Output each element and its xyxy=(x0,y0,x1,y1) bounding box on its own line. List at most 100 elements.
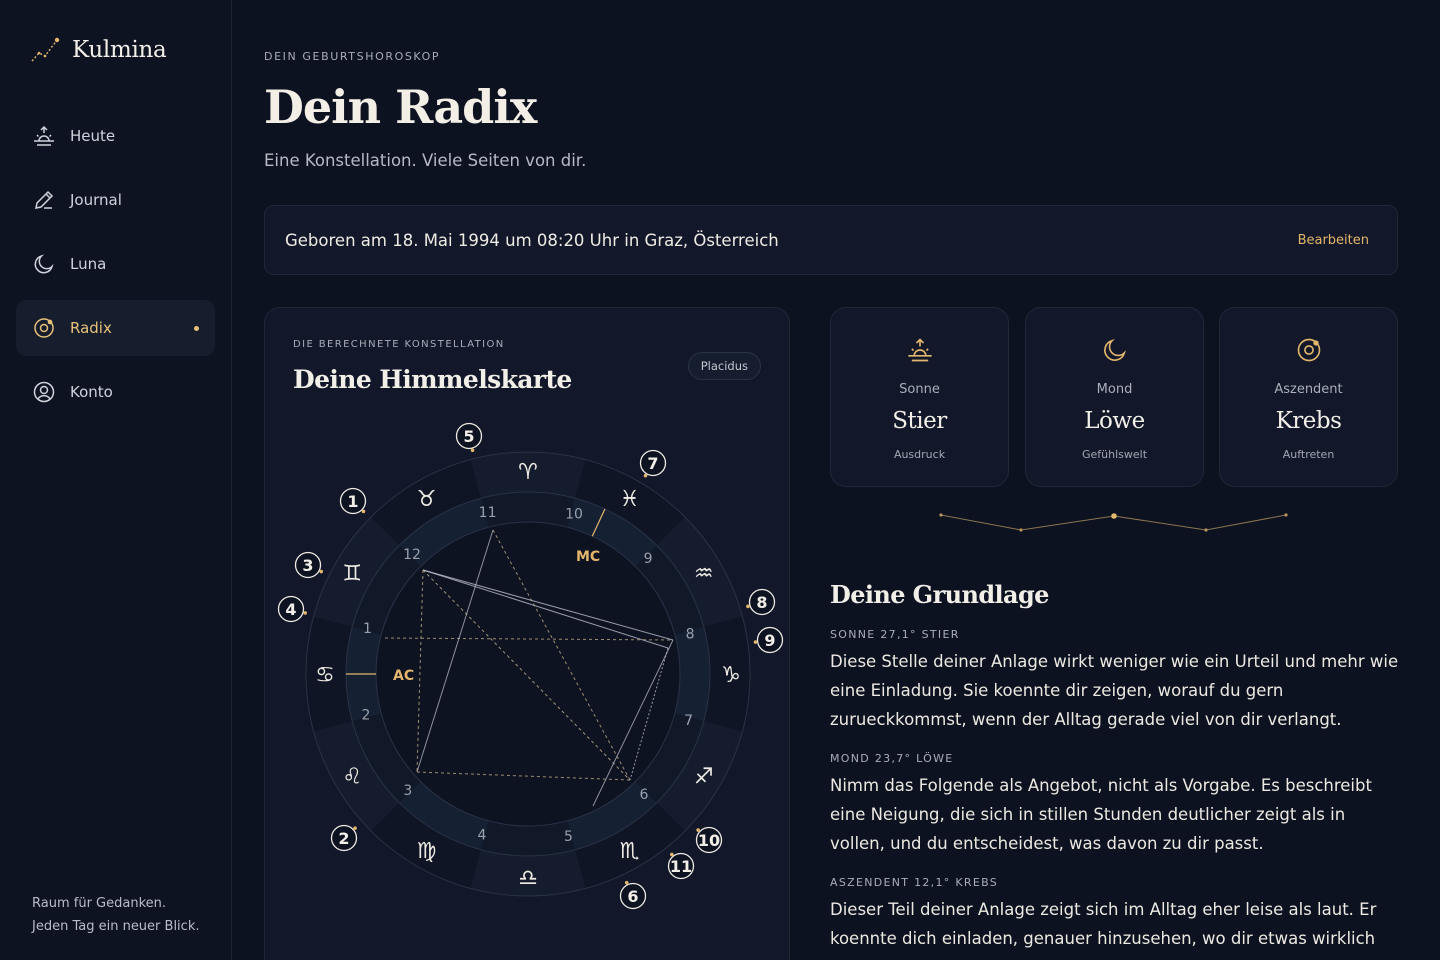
sidebar-nav: Heute Journal Luna Radix Konto xyxy=(16,108,215,428)
planet-marker-label: 6 xyxy=(627,887,638,906)
big-three-sign: Stier xyxy=(892,408,947,434)
planet-marker-label: 1 xyxy=(347,492,358,511)
house-number-label: 11 xyxy=(479,505,497,521)
big-three-card-mond[interactable]: Mond Löwe Gefühlswelt xyxy=(1025,307,1204,487)
planet-marker-label: 8 xyxy=(756,593,767,612)
sidebar-item-luna[interactable]: Luna xyxy=(16,236,215,292)
sidebar-footer: Raum für Gedanken. Jeden Tag ein neuer B… xyxy=(32,892,199,938)
sidebar-item-label: Journal xyxy=(70,191,122,209)
big-three-desc: Gefühlswelt xyxy=(1081,448,1148,461)
foundation-text: Nimm das Folgende als Angebot, nicht als… xyxy=(830,776,1372,853)
birth-data-card: Geboren am 18. Mai 1994 um 08:20 Uhr in … xyxy=(264,205,1398,275)
house-number-label: 9 xyxy=(644,551,653,567)
edit-button[interactable]: Bearbeiten xyxy=(1298,233,1369,248)
planet-marker-label: 5 xyxy=(463,427,474,446)
zodiac-sign-label: ♍ xyxy=(417,839,437,864)
zodiac-sign-label: ♓ xyxy=(620,487,640,512)
moon-icon xyxy=(32,252,56,276)
zodiac-sign-label: ♏ xyxy=(620,839,640,864)
foundation-text: Diese Stelle deiner Anlage wirkt weniger… xyxy=(830,652,1399,729)
planet-dot xyxy=(353,826,357,830)
ac-label: AC xyxy=(393,668,414,684)
house-number-label: 3 xyxy=(403,783,412,799)
zodiac-sign-label: ♐ xyxy=(694,765,714,790)
planet-marker-label: 3 xyxy=(302,556,313,575)
foundation-text: Dieser Teil deiner Anlage zeigt sich im … xyxy=(830,900,1377,948)
sidebar-item-label: Heute xyxy=(70,127,116,145)
natal-chart-wheel: ♋♌♍♎♏♐♑♒♓♈♉♊1234 56789101112ACMC123456789… xyxy=(277,422,784,910)
big-three-label: Mond xyxy=(1096,382,1133,397)
zodiac-sign-label: ♉ xyxy=(417,487,437,512)
planet-dot xyxy=(746,604,750,609)
zodiac-sign-label: ♎ xyxy=(518,866,538,891)
zodiac-sign-label: ♊ xyxy=(342,562,362,587)
house-number-label: 7 xyxy=(684,713,693,729)
house-number-label: 1 xyxy=(363,621,372,637)
planet-marker-label: 2 xyxy=(338,829,349,848)
pen-icon xyxy=(32,188,56,212)
sidebar-item-konto[interactable]: Konto xyxy=(16,364,215,420)
sidebar-item-journal[interactable]: Journal xyxy=(16,172,215,228)
page-eyebrow: DEIN GEBURTSHOROSKOP xyxy=(264,50,441,63)
house-number-label: 10 xyxy=(565,506,583,522)
sidebar-item-label: Radix xyxy=(70,319,112,337)
sunrise-icon xyxy=(831,336,1008,364)
sidebar: Kulmina Heute Journal Luna Radix Konto R… xyxy=(0,0,232,960)
planet-marker-label: 4 xyxy=(285,600,296,619)
big-three-sign: Löwe xyxy=(1084,408,1145,434)
big-three-sign: Krebs xyxy=(1275,408,1342,434)
sidebar-footer-line: Raum für Gedanken. xyxy=(32,896,167,911)
planet-marker-label: 7 xyxy=(647,454,658,473)
inner-circle xyxy=(375,521,681,827)
house-number-label: 6 xyxy=(640,787,649,803)
planet-dot xyxy=(470,448,475,453)
big-three-card-aszendent[interactable]: Aszendent Krebs Auftreten xyxy=(1219,307,1398,487)
foundation-label: SONNE 27,1° STIER xyxy=(830,628,960,641)
active-indicator xyxy=(194,326,199,331)
logo-icon xyxy=(31,37,60,62)
zodiac-sign-label: ♑ xyxy=(721,663,741,688)
birth-data-text: Geboren am 18. Mai 1994 um 08:20 Uhr in … xyxy=(285,230,779,250)
house-number-label: 8 xyxy=(686,627,695,643)
zodiac-sign-label: ♒ xyxy=(694,562,714,587)
chart-card: DIE BERECHNETE KONSTELLATION Deine Himme… xyxy=(264,307,790,960)
planet-dot xyxy=(303,611,308,615)
foundation-entry-mond: MOND 23,7° LÖWE Nimm das Folgende als An… xyxy=(830,752,1400,858)
foundation-label: ASZENDENT 12,1° KREBS xyxy=(830,876,999,889)
house-number-label: 2 xyxy=(361,707,370,723)
sunrise-icon xyxy=(32,124,56,148)
planet-dot xyxy=(753,640,758,644)
planet-marker-label: 11 xyxy=(670,857,692,876)
constellation-divider xyxy=(939,513,1288,532)
user-circle-icon xyxy=(32,380,56,404)
brand[interactable]: Kulmina xyxy=(30,36,167,64)
house-number-label: 12 xyxy=(403,547,421,563)
planet-dot xyxy=(670,852,674,857)
zodiac-sign-label: ♌ xyxy=(342,765,362,790)
foundation-entry-sonne: SONNE 27,1° STIER Diese Stelle deiner An… xyxy=(830,628,1400,734)
sidebar-footer-line: Jeden Tag ein neuer Blick. xyxy=(32,919,200,934)
sidebar-item-radix[interactable]: Radix xyxy=(16,300,215,356)
big-three-card-sonne[interactable]: Sonne Stier Ausdruck xyxy=(830,307,1009,487)
big-three-label: Aszendent xyxy=(1274,382,1343,397)
mc-label: MC xyxy=(576,549,600,565)
planet-dot xyxy=(361,509,366,514)
planet-dot xyxy=(319,569,323,574)
zodiac-sign-label: ♈ xyxy=(518,460,538,485)
foundation-label: MOND 23,7° LÖWE xyxy=(830,752,954,765)
planet-dot xyxy=(624,880,629,885)
sidebar-item-label: Konto xyxy=(70,383,113,401)
big-three-desc: Ausdruck xyxy=(893,448,946,461)
page-subtitle: Eine Konstellation. Viele Seiten von dir… xyxy=(264,151,587,170)
planet-dot xyxy=(643,473,648,478)
brand-name: Kulmina xyxy=(72,37,167,63)
zodiac-sign-label: ♋ xyxy=(315,663,335,688)
sidebar-item-heute[interactable]: Heute xyxy=(16,108,215,164)
planet-marker-label: 10 xyxy=(698,831,720,850)
sidebar-item-label: Luna xyxy=(70,255,107,273)
radix-icon xyxy=(32,316,56,340)
planet-marker-label: 9 xyxy=(764,631,775,650)
moon-icon xyxy=(1026,336,1203,364)
radix-icon xyxy=(1220,336,1397,364)
house-number-label: 4 xyxy=(478,828,487,844)
